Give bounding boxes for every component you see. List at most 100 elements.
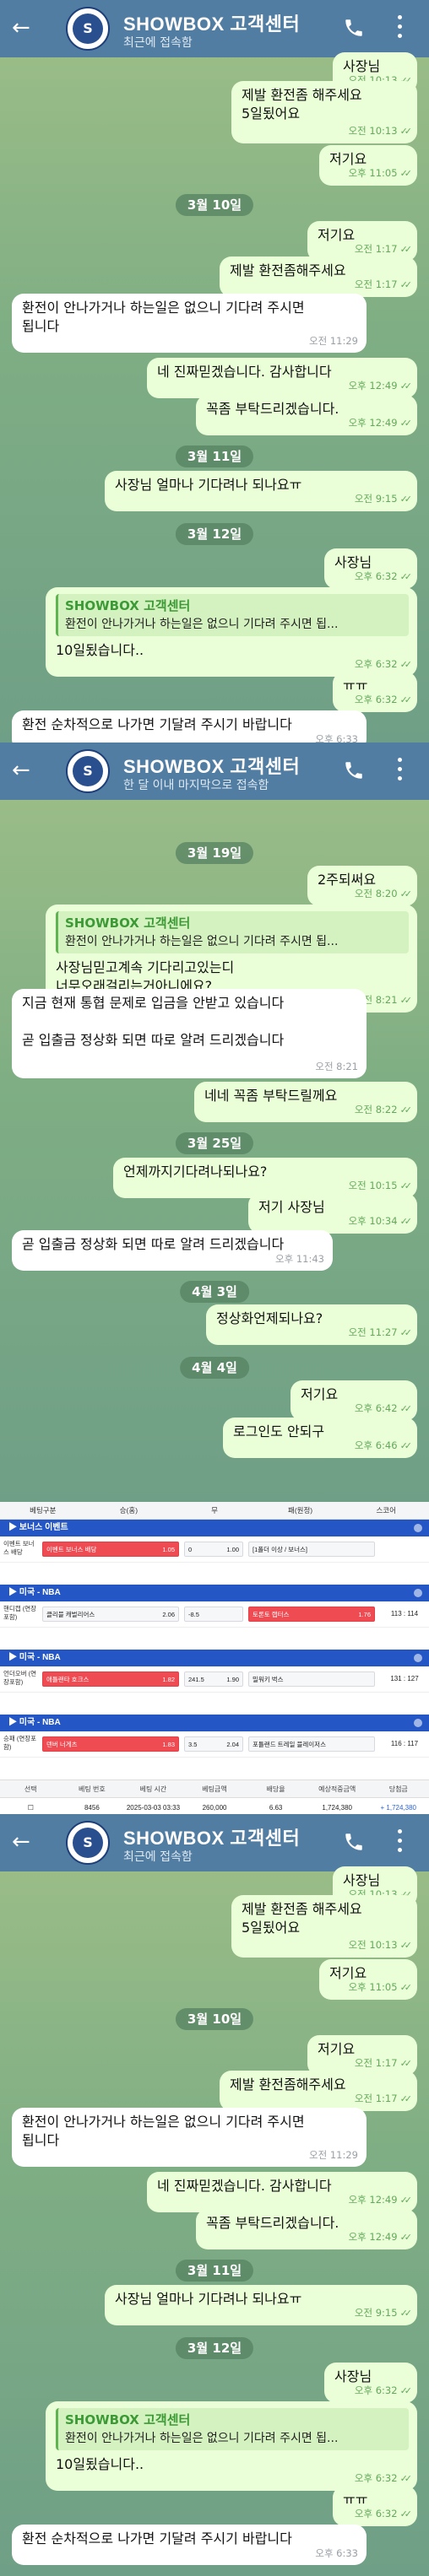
home-odds-cell[interactable]: 이벤트 보너스 배당 1.05 [42, 1542, 179, 1557]
more-menu-icon[interactable] [397, 15, 404, 41]
quote-text: 환전이 안나가거나 하는일은 없으니 기다려 주시면 됩... [65, 935, 339, 948]
outgoing-message[interactable]: 꼭좀 부탁드리겠습니다. 오후 12:49 ✓✓ [196, 2209, 417, 2249]
outgoing-message[interactable]: ㅠㅠ 오후 6:32 ✓✓ [333, 2486, 417, 2526]
away-odds-cell[interactable]: 토론토 랩터스 1.76 [248, 1607, 375, 1622]
draw-cell[interactable]: 3.5 2.04 [184, 1736, 243, 1752]
reply-quote[interactable]: SHOWBOX 고객센터 환전이 안나가거나 하는일은 없으니 기다려 주시면 됩… [56, 2408, 409, 2450]
away-odds-cell[interactable]: [1폴더 이상 / 보너스] [248, 1542, 375, 1557]
avatar[interactable]: S [66, 7, 110, 51]
outgoing-message[interactable]: 네 진짜믿겠습니다. 감사합니다 오후 12:49 ✓✓ [147, 358, 417, 398]
read-check-icon: ✓✓ [399, 1940, 413, 1951]
team-name: 애틀랜타 호크스 [46, 1676, 90, 1683]
date-separator: 3월 10일 [175, 194, 254, 216]
summary-value: 260,000 [202, 1803, 227, 1812]
outgoing-message[interactable]: 사장님 얼마나 기다려나 되나요ㅠ 오전 9:15 ✓✓ [105, 471, 417, 511]
read-check-icon: ✓✓ [399, 2058, 413, 2069]
outgoing-message[interactable]: 저기요 오후 11:05 ✓✓ [319, 145, 417, 186]
outgoing-message[interactable]: 2주되써요 오전 8:20 ✓✓ [307, 866, 417, 906]
home-odds-cell[interactable]: 애틀랜타 호크스 1.82 [42, 1671, 179, 1687]
incoming-message[interactable]: 환전이 안나가거나 하는일은 없으니 기다려 주시면 됩니다 오전 11:29 [12, 2108, 367, 2167]
outgoing-message[interactable]: 정상화언제되나요? 오전 11:27 ✓✓ [206, 1304, 417, 1345]
score: 113 : 114 [390, 1610, 419, 1617]
odds-value: 2.04 [226, 1741, 239, 1748]
odds-value: 1.76 [358, 1611, 371, 1618]
away-odds-cell[interactable]: 포틀랜드 트레일 블레이저스 [248, 1736, 375, 1752]
incoming-message[interactable]: 환전 순차적으로 나가면 기달려 주시기 바랍니다 오후 6:33 [12, 710, 367, 743]
league-header: ▶ 미국 - NBA [0, 1650, 429, 1666]
league-name: ▶ 미국 - NBA [8, 1588, 61, 1597]
home-odds-cell[interactable]: 클리블 캐벌리어스 2.06 [42, 1607, 179, 1622]
incoming-message[interactable]: 환전이 안나가거나 하는일은 없으니 기다려 주시면 됩니다 오전 11:29 [12, 294, 367, 353]
outgoing-message[interactable]: 저기요 오후 11:05 ✓✓ [319, 1959, 417, 2000]
select-checkbox[interactable]: ☐ [0, 1804, 62, 1812]
outgoing-message[interactable]: 제발 환전좀해주세요 오전 1:17 ✓✓ [220, 2071, 417, 2111]
outgoing-message[interactable]: 로그인도 안되구 오후 6:46 ✓✓ [223, 1418, 417, 1458]
message-time: 오전 10:15 [348, 1180, 398, 1191]
outgoing-message[interactable]: SHOWBOX 고객센터 환전이 안나가거나 하는일은 없으니 기다려 주시면 됩… [46, 587, 417, 677]
outgoing-message[interactable]: 네 진짜믿겠습니다. 감사합니다 오후 12:49 ✓✓ [147, 2172, 417, 2212]
home-odds-cell[interactable]: 덴버 너게츠 1.83 [42, 1736, 179, 1752]
chat-title[interactable]: SHOWBOX 고객센터 [123, 752, 300, 779]
outgoing-message[interactable]: 네네 꼭좀 부탁드릴께요 오전 8:22 ✓✓ [194, 1082, 417, 1122]
outgoing-message[interactable]: SHOWBOX 고객센터 환전이 안나가거나 하는일은 없으니 기다려 주시면 됩… [46, 2401, 417, 2491]
incoming-message[interactable]: 곧 입출금 정상화 되면 따로 알려 드리겠습니다 오후 11:43 [12, 1230, 333, 1271]
outgoing-message[interactable]: 꼭좀 부탁드리겠습니다. 오후 12:49 ✓✓ [196, 395, 417, 435]
reply-quote[interactable]: SHOWBOX 고객센터 환전이 안나가거나 하는일은 없으니 기다려 주시면 됩… [56, 594, 409, 636]
outgoing-message[interactable]: 저기요 오전 1:17 ✓✓ [307, 2035, 417, 2076]
incoming-message[interactable]: 환전 순차적으로 나가면 기달려 주시기 바랍니다 오후 6:33 [12, 2525, 367, 2565]
more-menu-icon[interactable] [397, 1829, 404, 1855]
outgoing-message[interactable]: 사장님 오후 6:32 ✓✓ [324, 2363, 417, 2403]
info-icon [414, 1524, 422, 1532]
back-arrow-icon[interactable]: ← [12, 15, 30, 41]
outgoing-message[interactable]: 제발 환전좀 해주세요 5일됬어요 오전 10:13 ✓✓ [231, 81, 417, 143]
message-time: 오후 12:49 [348, 2194, 398, 2206]
outgoing-message[interactable]: 사장님 얼마나 기다려나 되나요ㅠ 오전 9:15 ✓✓ [105, 2285, 417, 2325]
draw-cell[interactable]: -8.5 [184, 1607, 243, 1622]
avatar[interactable]: S [66, 749, 110, 793]
date-separator: 3월 12일 [175, 2337, 254, 2359]
quote-text: 환전이 안나가거나 하는일은 없으니 기다려 주시면 됩... [65, 2432, 339, 2445]
outgoing-message[interactable]: 저기요 오후 6:42 ✓✓ [291, 1380, 417, 1421]
more-menu-icon[interactable] [397, 758, 404, 783]
read-check-icon: ✓✓ [399, 2508, 413, 2519]
chat-title[interactable]: SHOWBOX 고객센터 [123, 9, 300, 36]
showbox-logo-icon: S [73, 14, 103, 44]
chat-panel-3: ← S SHOWBOX 고객센터 최근에 접속함 사장님오전 10:13✓✓제발… [0, 1814, 429, 2576]
away-odds-cell[interactable]: 밀워키 벅스 [248, 1671, 375, 1687]
phone-icon[interactable] [343, 759, 365, 781]
outgoing-message[interactable]: 언제까지기다려나되나요? 오전 10:15 ✓✓ [113, 1158, 417, 1198]
outgoing-message[interactable]: 저기요 오전 1:17 ✓✓ [307, 221, 417, 262]
odds-value: 2.06 [162, 1611, 175, 1618]
league-header: ▶ 미국 - NBA [0, 1715, 429, 1731]
read-check-icon: ✓✓ [399, 1982, 413, 1993]
draw-cell[interactable]: 0 1.00 [184, 1542, 243, 1557]
outgoing-message[interactable]: 사장님 오후 6:32 ✓✓ [324, 548, 417, 589]
message-time: 오후 12:49 [348, 2231, 398, 2243]
bet-column-header: 베팅구분 승(홈) 무 패(원정) 스코어 [0, 1502, 429, 1520]
draw-cell[interactable]: 241.5 1.90 [184, 1671, 243, 1687]
chat-title[interactable]: SHOWBOX 고객센터 [123, 1823, 300, 1850]
bet-row: 언더오버 (연장포함) 애틀랜타 호크스 1.82 241.5 1.90 밀워키 벅스 13… [0, 1666, 429, 1693]
summary-value: 8456 [84, 1803, 100, 1812]
back-arrow-icon[interactable]: ← [12, 1829, 30, 1855]
avatar[interactable]: S [66, 1821, 110, 1865]
back-arrow-icon[interactable]: ← [12, 758, 30, 783]
outgoing-message[interactable]: ㅠㅠ 오후 6:32 ✓✓ [333, 672, 417, 712]
team-name: 포틀랜드 트레일 블레이저스 [253, 1741, 326, 1748]
message-time: 오후 12:49 [348, 417, 398, 429]
league-header: ▶ 보너스 이벤트 [0, 1520, 429, 1536]
outgoing-message[interactable]: 제발 환전좀 해주세요 5일됬어요 오전 10:13 ✓✓ [231, 1895, 417, 1958]
phone-icon[interactable] [343, 17, 365, 39]
bet-row: 승패 (연장포함) 덴버 너게츠 1.83 3.5 2.04 포틀랜드 트레일 블레이저스… [0, 1731, 429, 1758]
outgoing-message[interactable]: 제발 환전좀해주세요 오전 1:17 ✓✓ [220, 257, 417, 297]
reply-quote[interactable]: SHOWBOX 고객센터 환전이 안나가거나 하는일은 없으니 기다려 주시면 됩… [56, 911, 409, 953]
summary-column: 베팅금액 [202, 1785, 227, 1793]
outgoing-message[interactable]: 저기 사장님 오후 10:34 ✓✓ [248, 1193, 417, 1234]
bet-type: 언더오버 (연장포함) [3, 1670, 37, 1686]
odds-value: 1.90 [226, 1676, 239, 1683]
date-separator: 4월 3일 [180, 1281, 249, 1303]
incoming-message[interactable]: 지금 현재 통협 문제로 입금을 안받고 있습니다 곧 입출금 정상화 되면 따… [12, 989, 367, 1078]
phone-icon[interactable] [343, 1831, 365, 1853]
